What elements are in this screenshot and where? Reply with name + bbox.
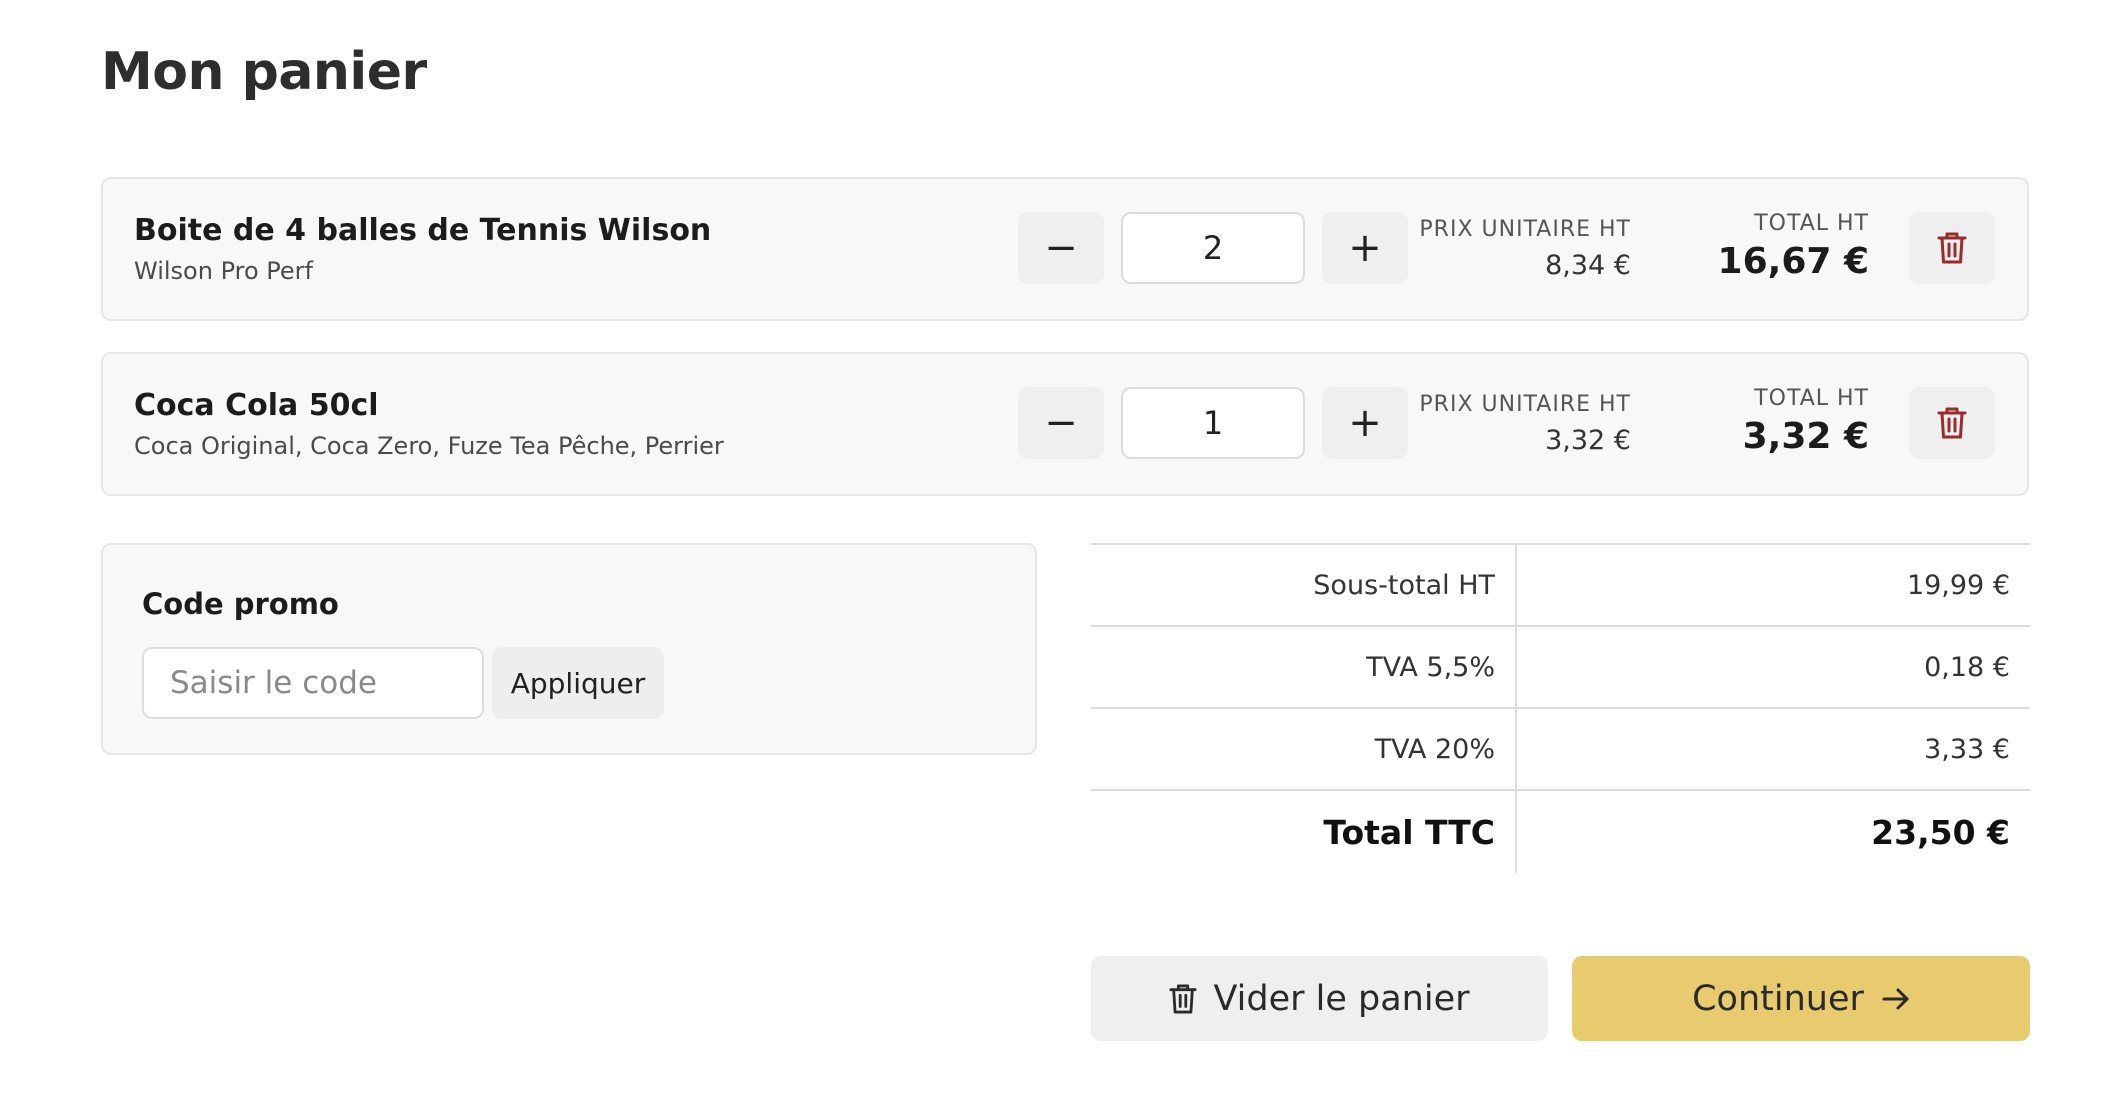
page-title: Mon panier [101,42,427,102]
item-name: Boite de 4 balles de Tennis Wilson [134,213,712,248]
totals-table: Sous-total HT 19,99 € TVA 5,5% 0,18 € TV… [1091,543,2030,873]
quantity-input[interactable] [1121,212,1305,284]
promo-code-input[interactable] [142,647,484,719]
vat-5-5-value: 0,18 € [1516,626,2030,709]
totals-row: TVA 5,5% 0,18 € [1091,626,2030,709]
trash-icon [1169,983,1198,1015]
quantity-input[interactable] [1121,387,1305,459]
trash-icon [1937,231,1967,265]
grand-total-label: Total TTC [1091,790,1517,873]
subtotal-label: Sous-total HT [1091,544,1517,627]
item-description: Coca Original, Coca Zero, Fuze Tea Pêche… [134,432,724,460]
totals-row: Sous-total HT 19,99 € [1091,544,2030,627]
decrease-quantity-button[interactable]: − [1018,212,1104,284]
cart-page: Mon panier Boite de 4 balles de Tennis W… [0,0,2120,1120]
clear-cart-label: Vider le panier [1213,978,1470,1019]
item-total-label: TOTAL HT [1754,386,1869,411]
item-total-value: 3,32 € [1742,416,1869,457]
item-description: Wilson Pro Perf [134,257,313,285]
grand-total-row: Total TTC 23,50 € [1091,790,2030,873]
delete-item-button[interactable] [1909,387,1995,459]
item-total-value: 16,67 € [1717,241,1869,282]
unit-price-label: PRIX UNITAIRE HT [1419,217,1631,242]
vat-5-5-label: TVA 5,5% [1091,626,1517,709]
clear-cart-button[interactable]: Vider le panier [1091,956,1548,1041]
delete-item-button[interactable] [1909,212,1995,284]
arrow-right-icon [1882,987,1910,1011]
promo-title: Code promo [142,587,339,621]
promo-code-panel: Code promo Appliquer [101,543,1037,755]
cart-item: Coca Cola 50cl Coca Original, Coca Zero,… [101,352,2029,496]
continue-label: Continuer [1692,978,1864,1019]
totals-row: TVA 20% 3,33 € [1091,708,2030,791]
unit-price-label: PRIX UNITAIRE HT [1419,392,1631,417]
minus-icon: − [1044,400,1078,446]
item-total-label: TOTAL HT [1754,211,1869,236]
decrease-quantity-button[interactable]: − [1018,387,1104,459]
unit-price-value: 3,32 € [1545,425,1631,456]
unit-price-value: 8,34 € [1545,250,1631,281]
subtotal-value: 19,99 € [1516,544,2030,627]
increase-quantity-button[interactable]: + [1322,387,1408,459]
plus-icon: + [1348,225,1382,271]
vat-20-label: TVA 20% [1091,708,1517,791]
minus-icon: − [1044,225,1078,271]
apply-promo-button[interactable]: Appliquer [492,647,664,719]
trash-icon [1937,406,1967,440]
vat-20-value: 3,33 € [1516,708,2030,791]
plus-icon: + [1348,400,1382,446]
cart-item: Boite de 4 balles de Tennis Wilson Wilso… [101,177,2029,321]
item-name: Coca Cola 50cl [134,388,379,423]
grand-total-value: 23,50 € [1871,812,2010,852]
increase-quantity-button[interactable]: + [1322,212,1408,284]
continue-button[interactable]: Continuer [1572,956,2030,1041]
